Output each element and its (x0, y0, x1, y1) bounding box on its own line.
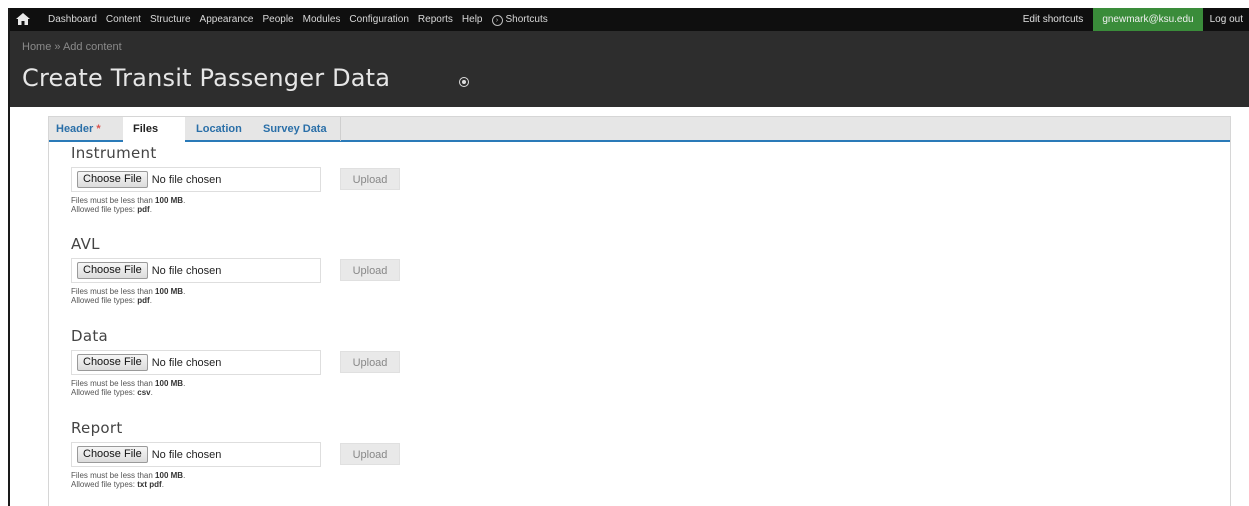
shortcuts-toggle[interactable]: › Shortcuts (491, 13, 548, 26)
field-label: AVL (71, 235, 100, 253)
page-header: Home » Add content Create Transit Passen… (10, 31, 1249, 107)
file-status: No file chosen (151, 173, 222, 186)
size-limit-text: Files must be less than (71, 471, 153, 480)
toolbar-menu: Dashboard Content Structure Appearance P… (48, 8, 557, 31)
field-description: Files must be less than 100 MB. Allowed … (71, 379, 186, 397)
tab-survey-data[interactable]: Survey Data (255, 117, 341, 141)
menu-appearance[interactable]: Appearance (200, 14, 254, 25)
tab-bar: Header * Files Location Survey Data (49, 117, 1230, 142)
size-limit-text: Files must be less than (71, 287, 153, 296)
field-description: Files must be less than 100 MB. Allowed … (71, 287, 186, 305)
file-status: No file chosen (151, 448, 222, 461)
page-title: Create Transit Passenger Data (22, 64, 391, 92)
file-input[interactable]: Choose File No file chosen (71, 167, 321, 192)
file-types-value: txt pdf (137, 480, 162, 489)
choose-file-button[interactable]: Choose File (77, 262, 148, 279)
tab-survey-data-label: Survey Data (263, 123, 327, 135)
file-types-value: pdf (137, 205, 150, 214)
file-types-text: Allowed file types: (71, 388, 136, 397)
required-marker: * (96, 123, 101, 135)
size-limit-value: 100 MB (155, 379, 184, 388)
field-description: Files must be less than 100 MB. Allowed … (71, 471, 186, 489)
menu-reports[interactable]: Reports (418, 14, 453, 25)
file-input[interactable]: Choose File No file chosen (71, 258, 321, 283)
field-label: Report (71, 419, 123, 437)
size-limit-value: 100 MB (155, 196, 184, 205)
field-data: Data Choose File No file chosen Upload F… (71, 327, 400, 397)
menu-help[interactable]: Help (462, 14, 483, 25)
field-report: Report Choose File No file chosen Upload… (71, 419, 400, 489)
file-input[interactable]: Choose File No file chosen (71, 442, 321, 467)
size-limit-value: 100 MB (155, 471, 184, 480)
field-label: Instrument (71, 144, 157, 162)
tab-header[interactable]: Header * (56, 117, 101, 141)
file-types-value: pdf (137, 296, 150, 305)
menu-people[interactable]: People (262, 14, 293, 25)
upload-button[interactable]: Upload (340, 351, 400, 373)
tab-location[interactable]: Location (196, 117, 242, 141)
tab-location-label: Location (196, 123, 242, 135)
size-limit-value: 100 MB (155, 287, 184, 296)
breadcrumb[interactable]: Home » Add content (22, 41, 122, 53)
upload-button[interactable]: Upload (340, 259, 400, 281)
field-avl: AVL Choose File No file chosen Upload Fi… (71, 235, 400, 305)
field-label: Data (71, 327, 109, 345)
field-description: Files must be less than 100 MB. Allowed … (71, 196, 186, 214)
shortcuts-icon: › (491, 14, 503, 26)
vertical-tabs-panel: Header * Files Location Survey Data Inst… (48, 116, 1231, 506)
file-types-text: Allowed file types: (71, 296, 136, 305)
file-status: No file chosen (151, 356, 222, 369)
tab-files[interactable]: Files (123, 117, 185, 142)
add-shortcut-icon[interactable] (459, 77, 469, 87)
menu-modules[interactable]: Modules (303, 14, 341, 25)
admin-toolbar: Dashboard Content Structure Appearance P… (10, 8, 1249, 31)
choose-file-button[interactable]: Choose File (77, 446, 148, 463)
file-status: No file chosen (151, 264, 222, 277)
main-content: Header * Files Location Survey Data Inst… (10, 107, 1249, 506)
file-types-text: Allowed file types: (71, 205, 136, 214)
tab-files-label: Files (133, 123, 159, 135)
user-account-link[interactable]: gnewmark@ksu.edu (1093, 8, 1203, 31)
home-icon[interactable] (16, 13, 30, 25)
size-limit-text: Files must be less than (71, 196, 153, 205)
shortcuts-label: Shortcuts (505, 13, 548, 25)
file-types-value: csv (137, 388, 151, 397)
choose-file-button[interactable]: Choose File (77, 171, 148, 188)
file-types-text: Allowed file types: (71, 480, 136, 489)
menu-configuration[interactable]: Configuration (349, 14, 408, 25)
menu-content[interactable]: Content (106, 14, 141, 25)
size-limit-text: Files must be less than (71, 379, 153, 388)
menu-dashboard[interactable]: Dashboard (48, 14, 97, 25)
field-instrument: Instrument Choose File No file chosen Up… (71, 144, 400, 214)
logout-link[interactable]: Log out (1203, 14, 1249, 25)
file-input[interactable]: Choose File No file chosen (71, 350, 321, 375)
edit-shortcuts-link[interactable]: Edit shortcuts (1023, 14, 1084, 25)
choose-file-button[interactable]: Choose File (77, 354, 148, 371)
menu-structure[interactable]: Structure (150, 14, 191, 25)
upload-button[interactable]: Upload (340, 168, 400, 190)
toolbar-right: Edit shortcuts gnewmark@ksu.edu Log out (1023, 8, 1249, 31)
tab-header-label: Header (56, 123, 94, 135)
upload-button[interactable]: Upload (340, 443, 400, 465)
browser-frame: Dashboard Content Structure Appearance P… (8, 8, 1249, 506)
